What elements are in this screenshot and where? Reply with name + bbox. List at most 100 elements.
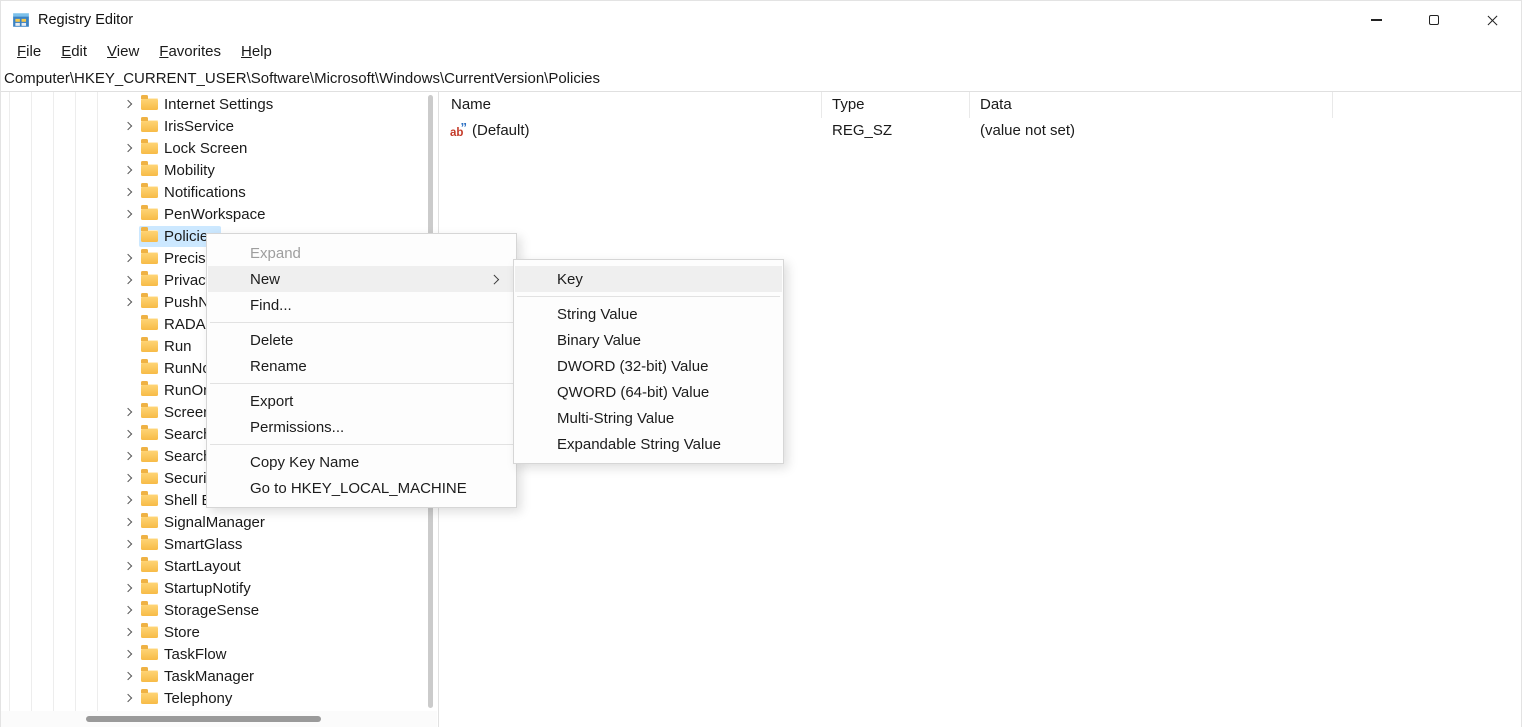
- tree-item[interactable]: IrisService: [1, 115, 438, 137]
- tree-node[interactable]: SmartGlass: [139, 534, 247, 555]
- tree-node[interactable]: Shell E: [139, 490, 217, 511]
- context-menu-item[interactable]: Delete: [208, 327, 515, 353]
- tree-item[interactable]: Lock Screen: [1, 137, 438, 159]
- tree-item[interactable]: Internet Settings: [1, 93, 438, 115]
- chevron-right-icon[interactable]: [120, 96, 136, 112]
- tree-item[interactable]: TaskFlow: [1, 643, 438, 665]
- tree-item[interactable]: SmartGlass: [1, 533, 438, 555]
- submenu-item[interactable]: [515, 292, 782, 301]
- tree-node[interactable]: Search: [139, 424, 217, 445]
- chevron-right-icon[interactable]: [120, 118, 136, 134]
- chevron-right-icon[interactable]: [120, 646, 136, 662]
- context-menu-item[interactable]: Rename: [208, 353, 515, 379]
- submenu-item[interactable]: Multi-String Value: [515, 405, 782, 431]
- submenu-item[interactable]: QWORD (64-bit) Value: [515, 379, 782, 405]
- tree-horizontal-scrollbar[interactable]: [1, 711, 437, 727]
- context-menu-item[interactable]: New: [208, 266, 515, 292]
- chevron-right-icon[interactable]: [120, 184, 136, 200]
- tree-node[interactable]: PushN: [139, 292, 214, 313]
- tree-node[interactable]: Search: [139, 446, 217, 467]
- column-header-type[interactable]: Type: [822, 92, 970, 118]
- context-menu-item[interactable]: Export: [208, 388, 515, 414]
- menubar-item[interactable]: View: [97, 41, 149, 64]
- tree-item[interactable]: Notifications: [1, 181, 438, 203]
- tree-item[interactable]: TaskManager: [1, 665, 438, 687]
- submenu-item[interactable]: String Value: [515, 301, 782, 327]
- chevron-right-icon[interactable]: [120, 470, 136, 486]
- tree-item[interactable]: StartupNotify: [1, 577, 438, 599]
- context-menu-item[interactable]: Permissions...: [208, 414, 515, 440]
- chevron-right-icon[interactable]: [120, 558, 136, 574]
- tree-node[interactable]: Precisi: [139, 248, 214, 269]
- tree-node[interactable]: Internet Settings: [139, 94, 278, 115]
- chevron-right-icon[interactable]: [120, 580, 136, 596]
- chevron-right-icon[interactable]: [120, 294, 136, 310]
- tree-node[interactable]: SignalManager: [139, 512, 270, 533]
- tree-node[interactable]: Lock Screen: [139, 138, 252, 159]
- value-row[interactable]: (Default) REG_SZ (value not set): [439, 118, 1521, 142]
- tree-node[interactable]: Telephony: [139, 688, 237, 709]
- chevron-right-icon[interactable]: [120, 206, 136, 222]
- context-menu-item[interactable]: [208, 379, 515, 388]
- chevron-right-icon[interactable]: [120, 272, 136, 288]
- tree-node[interactable]: Securit: [139, 468, 216, 489]
- tree-node[interactable]: Run: [139, 336, 197, 357]
- menubar-item[interactable]: Favorites: [149, 41, 231, 64]
- menubar-item[interactable]: File: [7, 41, 51, 64]
- chevron-right-icon[interactable]: [120, 140, 136, 156]
- chevron-right-icon[interactable]: [120, 668, 136, 684]
- chevron-right-icon[interactable]: [120, 602, 136, 618]
- tree-node[interactable]: StartupNotify: [139, 578, 256, 599]
- address-bar[interactable]: Computer\HKEY_CURRENT_USER\Software\Micr…: [1, 65, 1521, 92]
- chevron-right-icon[interactable]: [120, 492, 136, 508]
- menubar-item[interactable]: Help: [231, 41, 282, 64]
- close-button[interactable]: [1463, 1, 1521, 39]
- tree-item[interactable]: StartLayout: [1, 555, 438, 577]
- context-menu-item[interactable]: Expand: [208, 240, 515, 266]
- tree-node[interactable]: RunNo: [139, 358, 216, 379]
- column-header-data[interactable]: Data: [970, 92, 1333, 118]
- tree-item[interactable]: Telephony: [1, 687, 438, 709]
- submenu-item[interactable]: DWORD (32-bit) Value: [515, 353, 782, 379]
- chevron-right-icon[interactable]: [120, 162, 136, 178]
- context-menu-item[interactable]: [208, 318, 515, 327]
- chevron-right-icon[interactable]: [120, 624, 136, 640]
- tree-node[interactable]: TaskManager: [139, 666, 259, 687]
- column-header-name[interactable]: Name: [439, 92, 822, 118]
- tree-node[interactable]: Notifications: [139, 182, 251, 203]
- tree-node[interactable]: Store: [139, 622, 205, 643]
- tree-item[interactable]: PenWorkspace: [1, 203, 438, 225]
- tree-node[interactable]: StorageSense: [139, 600, 264, 621]
- submenu-item[interactable]: Expandable String Value: [515, 431, 782, 457]
- tree-node[interactable]: TaskFlow: [139, 644, 232, 665]
- tree-node[interactable]: PenWorkspace: [139, 204, 270, 225]
- minimize-button[interactable]: [1347, 1, 1405, 39]
- chevron-right-icon[interactable]: [120, 514, 136, 530]
- context-menu-item[interactable]: Copy Key Name: [208, 449, 515, 475]
- tree-node[interactable]: IrisService: [139, 116, 239, 137]
- context-menu-item[interactable]: Go to HKEY_LOCAL_MACHINE: [208, 475, 515, 501]
- submenu-item[interactable]: Key: [515, 266, 782, 292]
- chevron-right-icon[interactable]: [120, 690, 136, 706]
- chevron-right-icon[interactable]: [120, 426, 136, 442]
- tree-item[interactable]: StorageSense: [1, 599, 438, 621]
- chevron-right-icon[interactable]: [120, 536, 136, 552]
- tree-item-label: Notifications: [164, 184, 246, 201]
- menubar-item[interactable]: Edit: [51, 41, 97, 64]
- submenu-item[interactable]: Binary Value: [515, 327, 782, 353]
- tree-item[interactable]: SignalManager: [1, 511, 438, 533]
- context-menu-item[interactable]: [208, 440, 515, 449]
- folder-icon: [141, 538, 158, 550]
- chevron-right-icon[interactable]: [120, 448, 136, 464]
- tree-node[interactable]: StartLayout: [139, 556, 246, 577]
- context-menu-item[interactable]: Find...: [208, 292, 515, 318]
- tree-item[interactable]: Store: [1, 621, 438, 643]
- chevron-right-icon[interactable]: [120, 250, 136, 266]
- tree-horizontal-scrollbar-thumb[interactable]: [86, 716, 321, 722]
- tree-node[interactable]: RunOn: [139, 380, 217, 401]
- tree-node[interactable]: Mobility: [139, 160, 220, 181]
- tree-node[interactable]: Screen: [139, 402, 217, 423]
- chevron-right-icon[interactable]: [120, 404, 136, 420]
- tree-item[interactable]: Mobility: [1, 159, 438, 181]
- maximize-button[interactable]: [1405, 1, 1463, 39]
